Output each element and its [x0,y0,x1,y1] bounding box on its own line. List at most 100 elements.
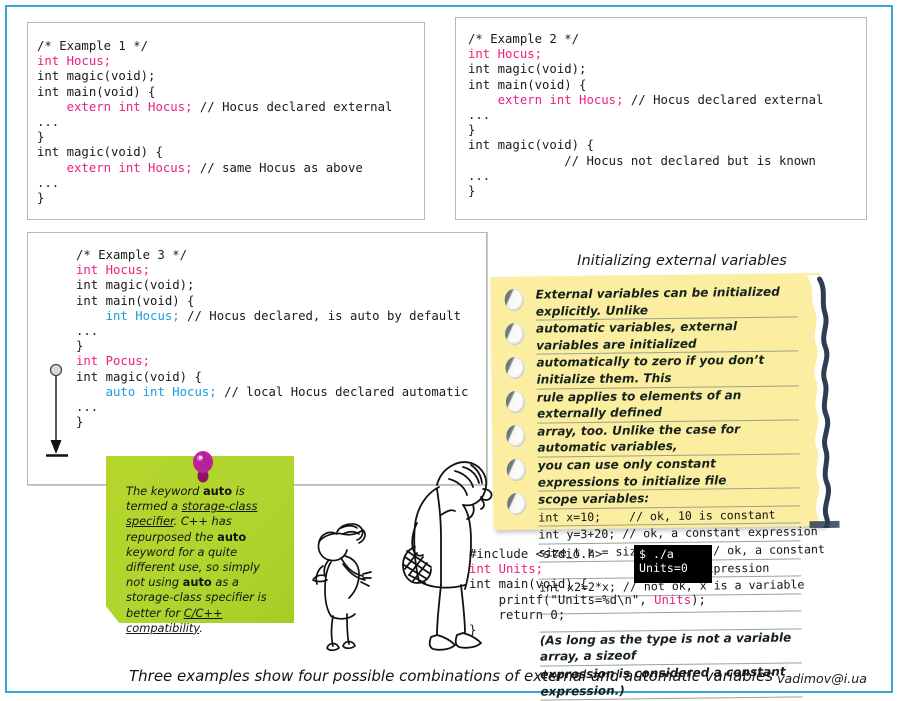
code-line: int main(void) { [76,294,468,309]
yellow-note-line: automatically to zero if you don’t initi… [536,351,799,390]
code-line: int magic(void) { [468,138,823,153]
example-2-code: /* Example 2 */int Hocus; int magic(void)… [468,32,823,199]
code-token: extern int Hocus; [66,160,193,175]
code-line: ... [37,176,392,191]
code-token: // local Hocus declared automatic [216,384,469,399]
hole-punch-icon [505,390,526,414]
code-line: int Hocus; [468,47,823,62]
code-token: extern int Hocus; [497,92,624,107]
code-line: ... [76,324,468,339]
code-token: } [76,339,84,354]
code-token: } [468,184,476,199]
green-note-keyword: auto [202,484,233,498]
code-line: int Hocus; [76,263,468,278]
code-token: /* Example 3 */ [76,248,188,262]
hole-punch-icon [505,356,525,380]
code-token: int Hocus; [76,263,151,278]
example-3-box: /* Example 3 */int Hocus; int magic(void)… [27,232,487,485]
hole-punch-icon [506,424,526,448]
code-line: } [76,339,468,354]
code-token: } [468,123,476,138]
green-note-text: The keyword auto is termed a storage-cla… [126,484,281,636]
code-line: int magic(void) { [37,145,392,160]
yellow-note-line: External variables can be initialized ex… [535,283,798,321]
child-figure-icon [312,523,372,652]
code-token: ... [468,108,491,123]
code-token: int magic(void) { [37,145,163,160]
yellow-note-title: Initializing external variables [577,253,787,269]
code-line: int magic(void) { [76,370,468,385]
terminal-output-line: Units=0 [639,561,688,575]
code-line: int Hocus; // Hocus declared, is auto by… [76,309,468,324]
terminal-text: $ ./a Units=0 [639,547,688,575]
code-line: int main(void) { [37,85,392,100]
code-token: ... [76,324,99,339]
green-note-text-run: The keyword [126,484,203,498]
yellow-torn-note: External variables can be initialized ex… [490,272,844,701]
code-line: ... [468,169,823,184]
code-token: // Hocus not declared but is known [468,153,816,168]
code-line: ... [468,108,823,123]
code-token: int magic(void); [37,69,156,84]
hole-punch-icon [507,492,527,516]
author-signature: vadimov@i.ua [777,671,867,686]
green-note-keyword: auto [217,529,247,544]
code-token: // Hocus declared external [192,99,393,114]
code-token: auto int Hocus; [105,384,217,399]
page-frame: /* Example 1 */int Hocus; int magic(void)… [5,5,893,701]
hole-punch-icon [504,288,524,312]
code-line: int magic(void); [468,62,823,77]
code-token: int Pocus; [76,354,151,369]
code-line: } [468,184,823,199]
code-token: #include <stdio.h> [469,547,603,561]
code-token: int Hocus; [105,308,180,323]
example-2-box: /* Example 2 */int Hocus; int magic(void)… [455,17,867,220]
code-token: printf("Units=%d\n", [469,592,655,607]
code-line: ... [37,115,392,130]
code-line: /* Example 3 */ [76,248,468,263]
code-token: int magic(void) { [76,369,202,384]
code-token: return 0; [469,607,566,622]
code-token: /* Example 1 */ [37,39,149,53]
green-sticky-note: The keyword auto is termed a storage-cla… [106,451,302,635]
code-token: } [469,623,477,638]
code-token: // same Hocus as above [192,160,363,175]
code-line: ... [76,400,468,415]
code-token: } [37,191,45,206]
code-token: int magic(void) { [468,138,594,153]
code-token: ... [37,175,60,190]
code-token: } [76,415,84,430]
pushpin-icon [193,451,213,483]
code-line: printf("Units=%d\n", Units); [469,593,706,608]
code-token: } [37,130,45,145]
code-token: int Hocus; [37,54,112,69]
code-line: int magic(void); [37,69,392,84]
yellow-note-line: array, too. Unlike the case for automati… [537,420,800,458]
code-line: int main(void) { [468,78,823,93]
code-line: } [76,415,468,430]
code-line: /* Example 1 */ [37,39,392,54]
code-token: int magic(void); [468,62,587,77]
code-line: return 0; [469,608,706,623]
code-line: extern int Hocus; // Hocus declared exte… [468,92,824,108]
code-line: int Hocus; [37,54,392,69]
code-line: } [37,191,392,206]
code-line: } [468,123,823,138]
scope-extent-arrow-icon [46,363,68,457]
green-note-text-run: . [199,620,203,635]
code-token: int Units; [469,562,544,577]
terminal-output: $ ./a Units=0 [634,545,712,583]
code-line: extern int Hocus; // same Hocus as above [37,161,392,176]
code-line: } [37,130,392,145]
vertical-divider [487,232,488,485]
torn-edge-icon [806,274,844,529]
yellow-note-line: rule applies to elements of an externall… [536,385,800,424]
code-line: // Hocus not declared but is known [468,154,823,169]
code-token: int main(void) { [76,293,195,308]
code-line: extern int Hocus; // Hocus declared exte… [37,99,393,115]
code-line: auto int Hocus; // local Hocus declared … [76,384,469,400]
